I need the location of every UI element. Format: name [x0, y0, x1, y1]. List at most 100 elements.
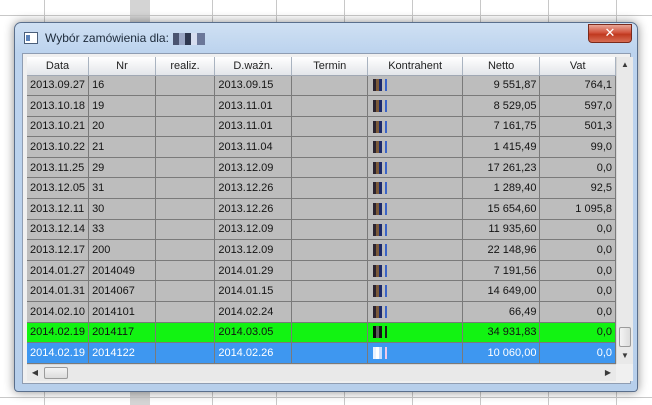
table-row[interactable]: 2013.12.17 200 2013.12.09 22 148,96 0,0 — [27, 239, 616, 261]
table-row[interactable]: 2014.02.10 2014101 2014.02.24 66,49 0,0 — [27, 301, 616, 323]
close-button[interactable]: ✕ — [588, 24, 632, 43]
cell-termin — [291, 157, 369, 179]
cell-nr: 31 — [88, 177, 156, 200]
background-gridline — [0, 15, 652, 16]
vertical-scroll-thumb[interactable] — [619, 327, 631, 347]
redacted-contractor-name — [373, 202, 392, 215]
table-row[interactable]: 2013.11.25 29 2013.12.09 17 261,23 0,0 — [27, 157, 616, 179]
table-row[interactable]: 2013.10.22 21 2013.11.04 1 415,49 99,0 — [27, 136, 616, 158]
column-header-data[interactable]: Data — [27, 57, 90, 76]
table-row[interactable]: 2013.10.21 20 2013.11.01 7 161,75 501,3 — [27, 116, 616, 138]
cell-data: 2013.12.05 — [27, 177, 90, 200]
scroll-down-arrow-icon[interactable]: ▼ — [617, 348, 633, 364]
scroll-right-arrow-icon[interactable]: ▶ — [600, 365, 616, 381]
cell-dwazn: 2014.03.05 — [214, 322, 293, 344]
horizontal-scrollbar[interactable]: ◀ ▶ — [27, 364, 616, 381]
table-row[interactable]: 2014.01.31 2014067 2014.01.15 14 649,00 0,0 — [27, 280, 616, 303]
cell-vat: 0,0 — [539, 280, 616, 303]
column-header-dwazn[interactable]: D.ważn. — [214, 57, 293, 76]
cell-data: 2014.01.27 — [27, 260, 90, 282]
redacted-contractor-name — [373, 79, 392, 92]
cell-nr: 21 — [88, 136, 156, 158]
cell-vat: 1 095,8 — [539, 198, 616, 220]
cell-vat: 0,0 — [539, 342, 616, 364]
cell-vat: 0,0 — [539, 322, 616, 344]
cell-termin — [291, 322, 369, 344]
cell-realiz — [155, 280, 216, 303]
cell-termin — [291, 219, 369, 241]
column-header-termin[interactable]: Termin — [291, 57, 369, 76]
cell-netto: 7 191,56 — [462, 260, 541, 282]
cell-realiz — [155, 239, 216, 261]
table-row[interactable]: 2013.12.14 33 2013.12.09 11 935,60 0,0 — [27, 219, 616, 241]
cell-nr: 29 — [88, 157, 156, 179]
cell-netto: 1 415,49 — [462, 136, 541, 158]
cell-nr: 30 — [88, 198, 156, 220]
redacted-contractor-name — [373, 161, 392, 174]
table-row[interactable]: 2013.09.27 16 2013.09.15 9 551,87 764,1 — [27, 75, 616, 97]
cell-kontrahent — [367, 136, 463, 158]
horizontal-scroll-thumb[interactable] — [44, 367, 68, 379]
orders-table: Data Nr realiz. D.ważn. Termin Kontrahen… — [27, 57, 616, 364]
cell-kontrahent — [367, 177, 463, 200]
column-header-nr[interactable]: Nr — [88, 57, 156, 76]
cell-data: 2013.10.18 — [27, 95, 90, 117]
title-bar[interactable]: Wybór zamówienia dla: ✕ — [15, 23, 637, 51]
cell-realiz — [155, 260, 216, 282]
column-header-vat[interactable]: Vat — [539, 57, 616, 76]
table-row[interactable]: 2013.12.05 31 2013.12.26 1 289,40 92,5 — [27, 177, 616, 200]
cell-termin — [291, 198, 369, 220]
table-row[interactable]: 2014.01.27 2014049 2014.01.29 7 191,56 0,0 — [27, 260, 616, 282]
orders-grid[interactable]: Data Nr realiz. D.ważn. Termin Kontrahen… — [27, 57, 616, 364]
redacted-contractor-name — [373, 141, 392, 154]
column-header-realiz[interactable]: realiz. — [155, 57, 216, 76]
cell-data: 2014.02.19 — [27, 342, 90, 364]
cell-nr: 200 — [88, 239, 156, 261]
cell-dwazn: 2013.11.04 — [214, 136, 293, 158]
column-header-netto[interactable]: Netto — [462, 57, 541, 76]
cell-dwazn: 2013.09.15 — [214, 75, 293, 97]
window-app-icon — [24, 32, 38, 44]
cell-vat: 0,0 — [539, 301, 616, 323]
cell-termin — [291, 301, 369, 323]
cell-vat: 0,0 — [539, 219, 616, 241]
cell-data: 2014.01.31 — [27, 280, 90, 303]
redacted-customer-name — [173, 33, 205, 45]
cell-data: 2013.11.25 — [27, 157, 90, 179]
cell-realiz — [155, 75, 216, 97]
cell-termin — [291, 177, 369, 200]
cell-dwazn: 2013.12.09 — [214, 219, 293, 241]
table-row[interactable]: 2013.10.18 19 2013.11.01 8 529,05 597,0 — [27, 95, 616, 117]
cell-vat: 99,0 — [539, 136, 616, 158]
cell-dwazn: 2013.12.09 — [214, 157, 293, 179]
cell-realiz — [155, 177, 216, 200]
cell-nr: 2014101 — [88, 301, 156, 323]
cell-termin — [291, 342, 369, 364]
cell-data: 2013.10.21 — [27, 116, 90, 138]
cell-nr: 19 — [88, 95, 156, 117]
cell-kontrahent — [367, 342, 463, 364]
cell-netto: 14 649,00 — [462, 280, 541, 303]
cell-termin — [291, 239, 369, 261]
cell-vat: 0,0 — [539, 239, 616, 261]
cell-data: 2014.02.19 — [27, 322, 90, 344]
column-header-kontrahent[interactable]: Kontrahent — [367, 57, 463, 76]
cell-realiz — [155, 322, 216, 344]
cell-termin — [291, 116, 369, 138]
redacted-contractor-name — [373, 223, 392, 236]
cell-dwazn: 2013.12.09 — [214, 239, 293, 261]
vertical-scrollbar[interactable]: ▲ ▼ — [616, 57, 633, 364]
cell-vat: 764,1 — [539, 75, 616, 97]
scroll-left-arrow-icon[interactable]: ◀ — [27, 365, 43, 381]
cell-realiz — [155, 157, 216, 179]
cell-realiz — [155, 198, 216, 220]
redacted-contractor-name — [373, 182, 392, 195]
table-row[interactable]: 2014.02.19 2014117 2014.03.05 34 931,83 0,0 — [27, 322, 616, 344]
table-row[interactable]: 2014.02.19 2014122 2014.02.26 10 060,00 0,0 — [27, 342, 616, 364]
table-row[interactable]: 2013.12.11 30 2013.12.26 15 654,60 1 095,8 — [27, 198, 616, 220]
cell-kontrahent — [367, 198, 463, 220]
scroll-up-arrow-icon[interactable]: ▲ — [617, 57, 633, 73]
cell-data: 2013.12.11 — [27, 198, 90, 220]
cell-nr: 20 — [88, 116, 156, 138]
cell-kontrahent — [367, 157, 463, 179]
